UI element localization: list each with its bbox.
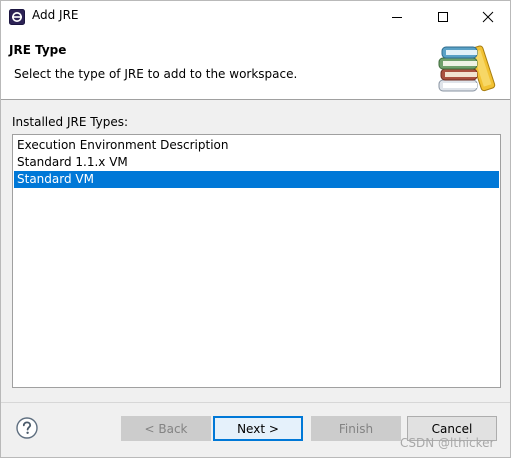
list-item[interactable]: Execution Environment Description [14, 137, 499, 154]
footer-divider [1, 402, 510, 403]
installed-jre-types-label: Installed JRE Types: [12, 115, 129, 129]
page-description: Select the type of JRE to add to the wor… [14, 67, 298, 81]
back-button[interactable]: < Back [121, 416, 211, 441]
help-button[interactable] [15, 416, 39, 440]
wizard-banner: JRE Type Select the type of JRE to add t… [1, 32, 510, 100]
maximize-button[interactable] [420, 1, 466, 32]
close-icon [482, 11, 494, 22]
list-item-selected[interactable]: Standard VM [14, 171, 499, 188]
books-stack-icon [437, 42, 499, 94]
list-item[interactable]: Standard 1.1.x VM [14, 154, 499, 171]
page-title: JRE Type [9, 43, 67, 57]
window-title: Add JRE [32, 8, 79, 22]
minimize-icon [392, 16, 402, 18]
add-jre-dialog: Add JRE JRE Type Select the type of JRE … [0, 0, 511, 458]
watermark: CSDN @lthicker [400, 436, 495, 450]
close-button[interactable] [465, 1, 511, 32]
title-bar[interactable]: Add JRE [1, 1, 510, 32]
jre-types-list[interactable]: Execution Environment Description Standa… [12, 134, 501, 388]
minimize-button[interactable] [374, 1, 420, 32]
finish-button[interactable]: Finish [311, 416, 401, 441]
help-icon [16, 417, 38, 439]
maximize-icon [438, 11, 448, 22]
eclipse-icon [9, 9, 25, 25]
next-button[interactable]: Next > [213, 416, 303, 441]
